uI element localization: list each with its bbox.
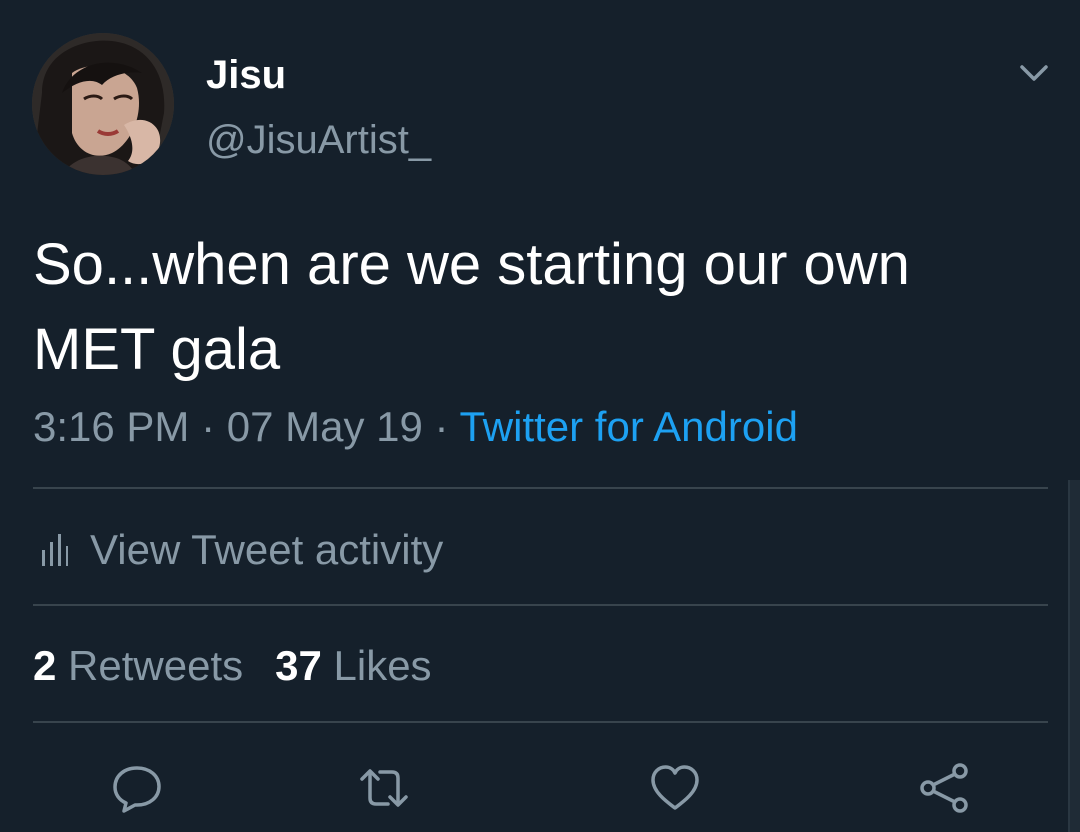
like-button[interactable] [647, 760, 703, 816]
meta-separator: · [189, 403, 227, 450]
tweet-text: So...when are we starting our own MET ga… [33, 232, 910, 382]
tweet-stats: 2 Retweets 37 Likes [33, 640, 432, 692]
share-icon [920, 763, 968, 813]
view-tweet-activity-label: View Tweet activity [90, 526, 444, 573]
reply-icon [113, 766, 161, 813]
bar-chart-icon [42, 534, 68, 566]
likes-count: 37 [275, 642, 322, 689]
reply-button[interactable] [109, 760, 165, 816]
tweet-time: 3:16 PM [33, 403, 190, 450]
likes-label: Likes [333, 642, 432, 689]
share-button[interactable] [916, 760, 972, 816]
retweet-icon [360, 769, 408, 807]
chevron-down-icon[interactable] [1014, 58, 1054, 88]
likes-stat[interactable]: 37 Likes [275, 640, 431, 692]
tweet-source-link[interactable]: Twitter for Android [459, 403, 797, 450]
tweet-date: 07 May 19 [226, 403, 423, 450]
view-tweet-activity-button[interactable]: View Tweet activity [40, 523, 443, 577]
scrollbar[interactable] [1068, 480, 1080, 832]
tweet-metadata: 3:16 PM · 07 May 19 · Twitter for Androi… [33, 401, 798, 453]
like-icon [651, 765, 699, 810]
divider [33, 721, 1048, 723]
author-handle[interactable]: @JisuArtist_ [206, 117, 431, 163]
avatar-image [32, 33, 174, 175]
retweets-label: Retweets [68, 642, 244, 689]
retweets-count: 2 [33, 642, 57, 689]
author-avatar[interactable] [32, 33, 174, 175]
retweets-stat[interactable]: 2 Retweets [33, 640, 243, 692]
retweet-button[interactable] [356, 760, 412, 816]
divider [33, 604, 1048, 606]
meta-separator: · [422, 403, 460, 450]
author-display-name[interactable]: Jisu [206, 52, 286, 98]
divider [33, 487, 1048, 489]
